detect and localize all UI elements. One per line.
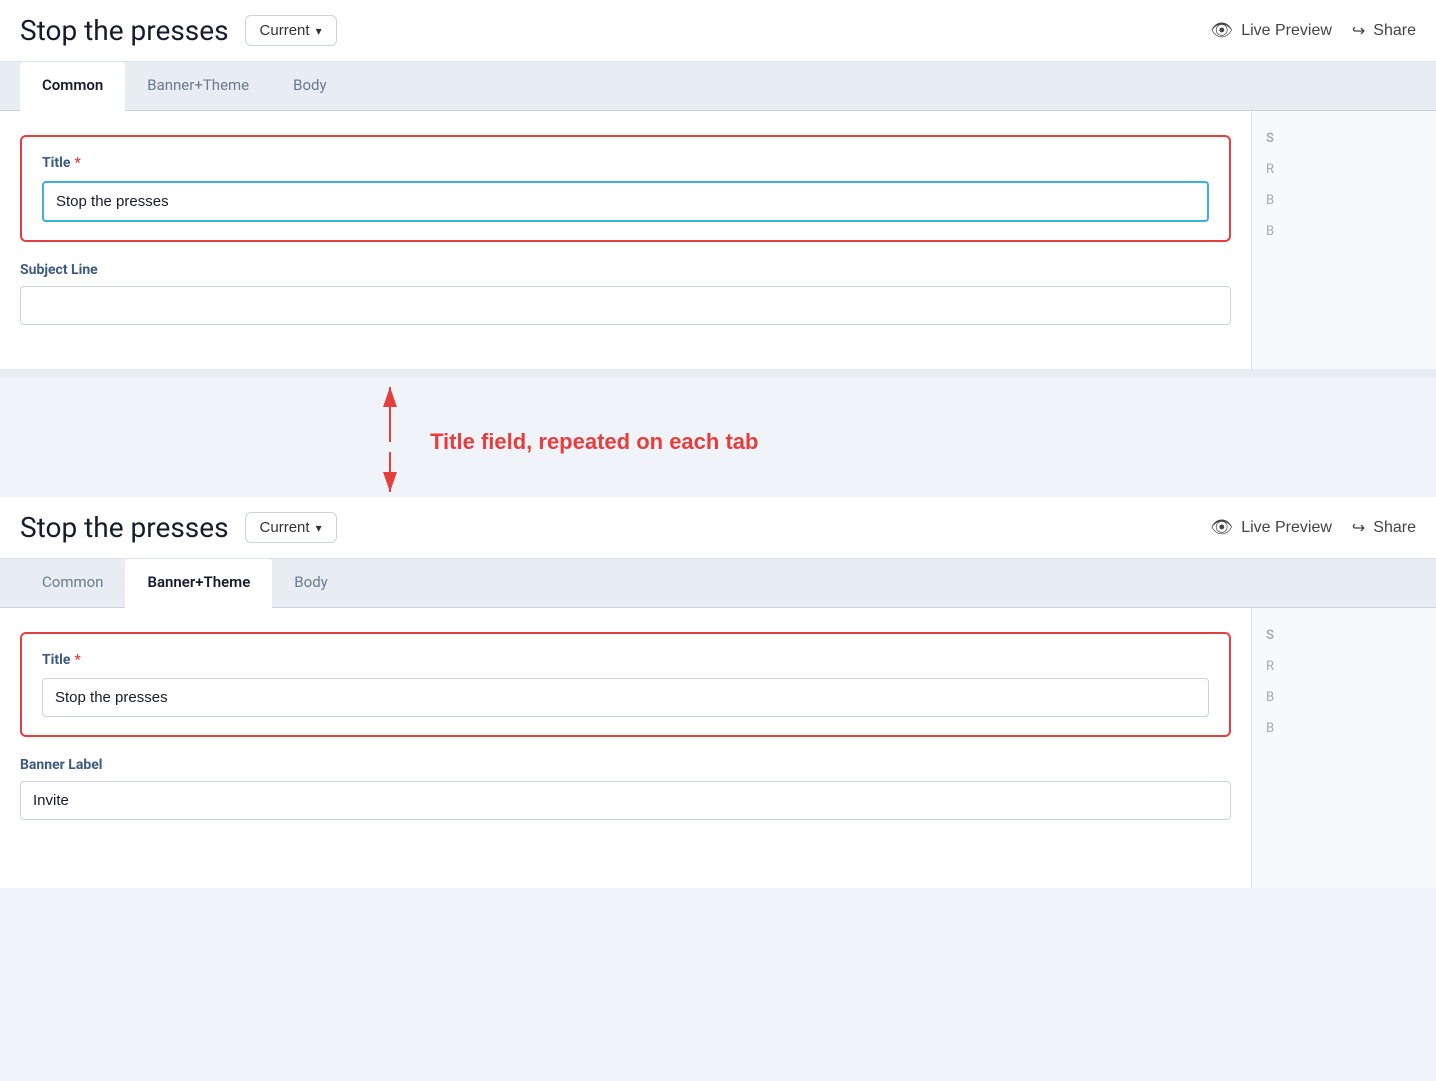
tab-banner-theme-1[interactable]: Banner+Theme — [125, 62, 271, 110]
tab-body-1[interactable]: Body — [271, 62, 348, 110]
sidebar-s-2-label: S — [1266, 628, 1422, 643]
chevron-down-icon-2: ▾ — [316, 521, 322, 535]
required-star-1: * — [74, 155, 80, 171]
tab-body-2[interactable]: Body — [272, 559, 349, 607]
sidebar-b1-2-label: B — [1266, 690, 1422, 705]
current-dropdown-label-1: Current — [260, 22, 310, 39]
title-label-1: Title * — [42, 155, 1209, 171]
panel2: Stop the presses Current ▾ 👁 Live Previe… — [0, 497, 1436, 888]
tab-common-1[interactable]: Common — [20, 62, 125, 111]
sidebar-b2-label: B — [1266, 224, 1422, 239]
panel2-header: Stop the presses Current ▾ 👁 Live Previe… — [0, 497, 1436, 559]
header-right-1: 👁 Live Preview ↪ Share — [1210, 20, 1416, 41]
share-label-2: Share — [1373, 519, 1416, 537]
sidebar-s-label: S — [1266, 131, 1422, 146]
panel1-main: Title * Subject Line — [0, 111, 1251, 369]
sidebar-b2-2-label: B — [1266, 721, 1422, 736]
share-icon-1: ↪ — [1352, 21, 1365, 41]
title-input-1[interactable] — [42, 181, 1209, 222]
subject-label: Subject Line — [20, 262, 1231, 278]
title-label-2: Title * — [42, 652, 1209, 668]
panel1-content-row: Title * Subject Line S R B B — [0, 111, 1436, 369]
share-icon-2: ↪ — [1352, 518, 1365, 538]
panel2-main: Title * Banner Label — [0, 608, 1251, 888]
header-right-2: 👁 Live Preview ↪ Share — [1210, 517, 1416, 538]
subject-section: Subject Line — [20, 262, 1231, 325]
banner-label-heading: Banner Label — [20, 757, 1231, 773]
eye-icon-2: 👁 — [1210, 517, 1233, 538]
sidebar-b1-label: B — [1266, 193, 1422, 208]
banner-label-section: Banner Label — [20, 757, 1231, 820]
panel2-content-row: Title * Banner Label S R B B — [0, 608, 1436, 888]
sidebar-r-2-label: R — [1266, 659, 1422, 674]
svg-text:Title field, repeated on each: Title field, repeated on each tab — [430, 429, 758, 454]
live-preview-button-1[interactable]: 👁 Live Preview — [1210, 20, 1332, 41]
sidebar-r-label: R — [1266, 162, 1422, 177]
chevron-down-icon-1: ▾ — [316, 24, 322, 38]
annotation-svg: Title field, repeated on each tab — [0, 377, 1436, 497]
title-form-section-2: Title * — [20, 632, 1231, 737]
live-preview-button-2[interactable]: 👁 Live Preview — [1210, 517, 1332, 538]
title-input-2[interactable] — [42, 678, 1209, 717]
title-form-section-1: Title * — [20, 135, 1231, 242]
banner-label-input[interactable] — [20, 781, 1231, 820]
tab-common-2[interactable]: Common — [20, 559, 125, 607]
tab-banner-theme-2[interactable]: Banner+Theme — [125, 559, 272, 608]
panel1-sidebar: S R B B — [1251, 111, 1436, 369]
tabs-2: Common Banner+Theme Body — [0, 559, 1436, 608]
panel1-title: Stop the presses — [20, 14, 229, 47]
tabs-1: Common Banner+Theme Body — [0, 62, 1436, 111]
current-dropdown-2[interactable]: Current ▾ — [245, 512, 337, 543]
annotation-area: Title field, repeated on each tab — [0, 377, 1436, 497]
live-preview-label-2: Live Preview — [1241, 519, 1332, 537]
eye-icon-1: 👁 — [1210, 20, 1233, 41]
share-button-2[interactable]: ↪ Share — [1352, 518, 1416, 538]
panel1-header: Stop the presses Current ▾ 👁 Live Previe… — [0, 0, 1436, 62]
current-dropdown-label-2: Current — [260, 519, 310, 536]
share-label-1: Share — [1373, 22, 1416, 40]
panel2-title: Stop the presses — [20, 511, 229, 544]
current-dropdown-1[interactable]: Current ▾ — [245, 15, 337, 46]
page: Stop the presses Current ▾ 👁 Live Previe… — [0, 0, 1436, 1081]
live-preview-label-1: Live Preview — [1241, 22, 1332, 40]
subject-line-input[interactable] — [20, 286, 1231, 325]
required-star-2: * — [74, 652, 80, 668]
share-button-1[interactable]: ↪ Share — [1352, 21, 1416, 41]
panel2-sidebar: S R B B — [1251, 608, 1436, 888]
